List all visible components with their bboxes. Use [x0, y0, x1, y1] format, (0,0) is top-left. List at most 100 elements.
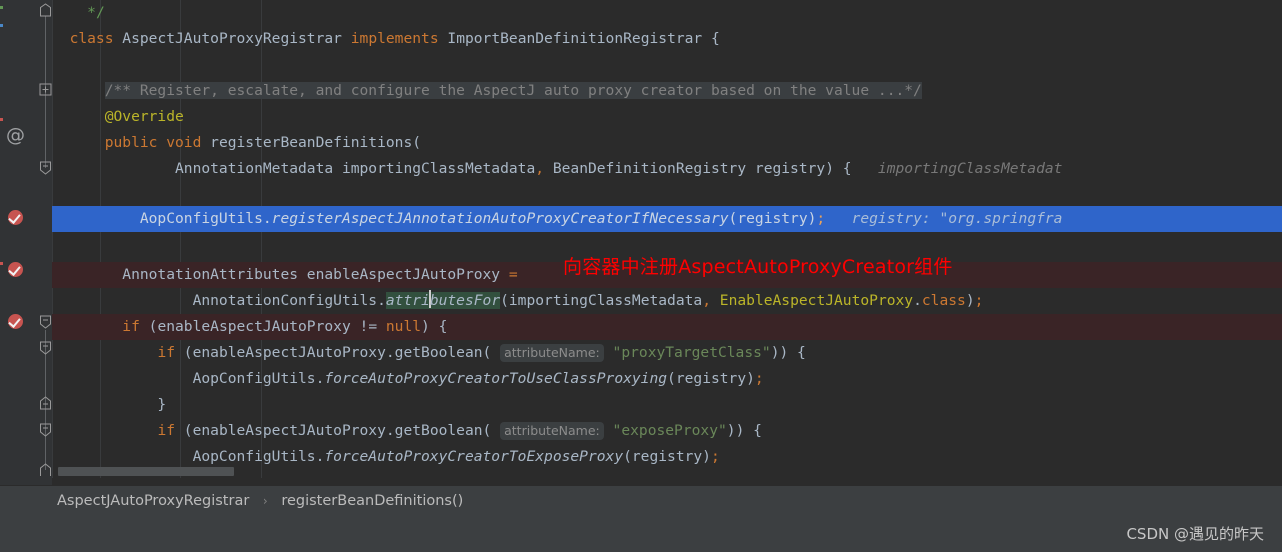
- breadcrumb-method[interactable]: registerBeanDefinitions(): [281, 493, 463, 509]
- code-token: (enableAspectJAutoProxy.getBoolean(: [175, 344, 492, 361]
- inline-value-hint: importingClassMetadat: [851, 160, 1063, 177]
- line-register-call[interactable]: AopConfigUtils.registerAspectJAnnotation…: [52, 206, 1282, 232]
- code-token: (registry): [728, 210, 817, 227]
- horizontal-scrollbar-thumb[interactable]: [58, 467, 234, 476]
- line-blank-1[interactable]: [52, 52, 1282, 78]
- code-token: AnnotationMetadata importingClassMetadat…: [52, 160, 536, 177]
- code-token: ,: [702, 292, 711, 309]
- line-method-signature[interactable]: public void registerBeanDefinitions(: [52, 130, 1282, 156]
- code-token: class: [921, 292, 966, 309]
- code-token: ImportBeanDefinitionRegistrar {: [438, 30, 720, 47]
- line-class-decl[interactable]: class AspectJAutoProxyRegistrar implemen…: [52, 26, 1282, 52]
- editor-gutter[interactable]: [8, 0, 53, 490]
- code-token: registerAspectJAnnotationAutoProxyCreato…: [271, 210, 729, 227]
- code-token: }: [52, 396, 167, 413]
- code-token: AnnotationConfigUtils.: [52, 292, 386, 309]
- code-token: ) {: [421, 318, 448, 335]
- code-token: ;: [710, 448, 720, 465]
- code-token: "proxyTargetClass": [612, 344, 771, 361]
- line-override[interactable]: @Override: [52, 104, 1282, 130]
- code-token: ,: [535, 160, 545, 177]
- line-comment-close[interactable]: */: [52, 0, 1282, 26]
- line-attributes-for[interactable]: AnnotationConfigUtils.attributesFor(impo…: [52, 288, 1282, 314]
- annot-tick-red-2: [0, 262, 3, 265]
- code-token: ;: [816, 210, 826, 227]
- code-token: .: [913, 292, 922, 309]
- code-token: )) {: [726, 422, 762, 439]
- code-token: AspectJAutoProxyRegistrar: [113, 30, 351, 47]
- code-token: (enableAspectJAutoProxy.getBoolean(: [175, 422, 492, 439]
- csdn-watermark: CSDN @遇见的昨天: [1126, 525, 1264, 543]
- code-token: class: [69, 30, 114, 47]
- code-token: ;: [754, 370, 764, 387]
- fold-marker-end-if-proxytarget[interactable]: [38, 340, 53, 355]
- annotation-strip[interactable]: @: [0, 0, 32, 490]
- breakpoint-verified-1[interactable]: [8, 210, 23, 225]
- code-token: (enableAspectJAutoProxy !=: [139, 318, 386, 335]
- folded-javadoc[interactable]: /** Register, escalate, and configure th…: [104, 82, 922, 99]
- fold-marker-end-if-expose[interactable]: [38, 422, 53, 437]
- horizontal-scrollbar[interactable]: [52, 466, 1282, 477]
- code-token: ;: [974, 292, 984, 309]
- code-token: AnnotationAttributes enableAspectJAutoPr…: [52, 266, 509, 283]
- code-token: EnableAspectJAutoProxy: [719, 292, 914, 309]
- code-token: @Override: [104, 108, 184, 125]
- code-token: (importingClassMetadata: [500, 292, 703, 309]
- code-token: (registry): [623, 448, 711, 465]
- code-token: AopConfigUtils.: [52, 448, 325, 465]
- line-method-params[interactable]: AnnotationMetadata importingClassMetadat…: [52, 156, 1282, 182]
- code-editor-viewport[interactable]: */ class AspectJAutoProxyRegistrar imple…: [52, 0, 1282, 478]
- breakpoint-verified-2[interactable]: [8, 262, 23, 277]
- breadcrumb-class[interactable]: AspectJAutoProxyRegistrar: [57, 493, 249, 509]
- fold-marker-bottom[interactable]: [38, 462, 53, 477]
- breadcrumb[interactable]: AspectJAutoProxyRegistrar › registerBean…: [57, 486, 463, 516]
- fold-marker-start-if-expose[interactable]: [38, 396, 53, 411]
- chinese-annotation-note: 向容器中注册AspectAutoProxyCreator组件: [563, 256, 953, 278]
- code-token: forceAutoProxyCreatorToUseClassProxying: [324, 370, 668, 387]
- code-token: public void: [104, 134, 202, 151]
- code-token: (registry): [667, 370, 755, 387]
- code-token: registerBeanDefinitions(: [201, 134, 422, 151]
- code-token: null: [385, 318, 422, 335]
- breakpoint-verified-3[interactable]: [8, 314, 23, 329]
- code-token: if: [157, 344, 176, 361]
- annotation-at-icon[interactable]: @: [6, 126, 25, 145]
- status-bar: CSDN @遇见的昨天: [0, 515, 1282, 552]
- code-token: BeanDefinitionRegistry registry) {: [544, 160, 852, 177]
- inline-value-hint: registry:: [825, 210, 940, 227]
- annot-tick-red: [0, 118, 3, 121]
- line-if-exposeproxy[interactable]: if (enableAspectJAutoProxy.getBoolean( a…: [52, 418, 1282, 444]
- fold-marker-end-if-null[interactable]: [38, 314, 53, 329]
- code-token: */: [87, 4, 105, 21]
- code-token: if: [122, 318, 140, 335]
- annot-tick-blue: [0, 24, 3, 27]
- code-token: ): [965, 292, 975, 309]
- fold-marker-expand-javadoc[interactable]: [38, 82, 53, 97]
- code-token: AopConfigUtils.: [52, 370, 325, 387]
- fold-marker-start-class[interactable]: [38, 3, 53, 18]
- fold-marker-end-method-sig[interactable]: [38, 160, 53, 175]
- ide-editor-window: @ */ class AspectJAutoProxyRegistrar imp…: [0, 0, 1282, 552]
- line-if-null[interactable]: if (enableAspectJAutoProxy != null) {: [52, 314, 1282, 340]
- code-token: =: [508, 266, 518, 283]
- line-if-proxytargetclass[interactable]: if (enableAspectJAutoProxy.getBoolean( a…: [52, 340, 1282, 366]
- code-token: forceAutoProxyCreatorToExposeProxy: [324, 448, 624, 465]
- line-javadoc-folded[interactable]: /** Register, escalate, and configure th…: [52, 78, 1282, 104]
- line-close-brace-1[interactable]: }: [52, 392, 1282, 418]
- caret-highlighted-identifier: attributesFor: [385, 290, 501, 309]
- breadcrumb-separator-icon: ›: [262, 494, 268, 508]
- inline-value-hint: "org.springfra: [939, 210, 1063, 227]
- parameter-name-hint: attributeName:: [500, 422, 604, 440]
- line-force-class-proxying[interactable]: AopConfigUtils.forceAutoProxyCreatorToUs…: [52, 366, 1282, 392]
